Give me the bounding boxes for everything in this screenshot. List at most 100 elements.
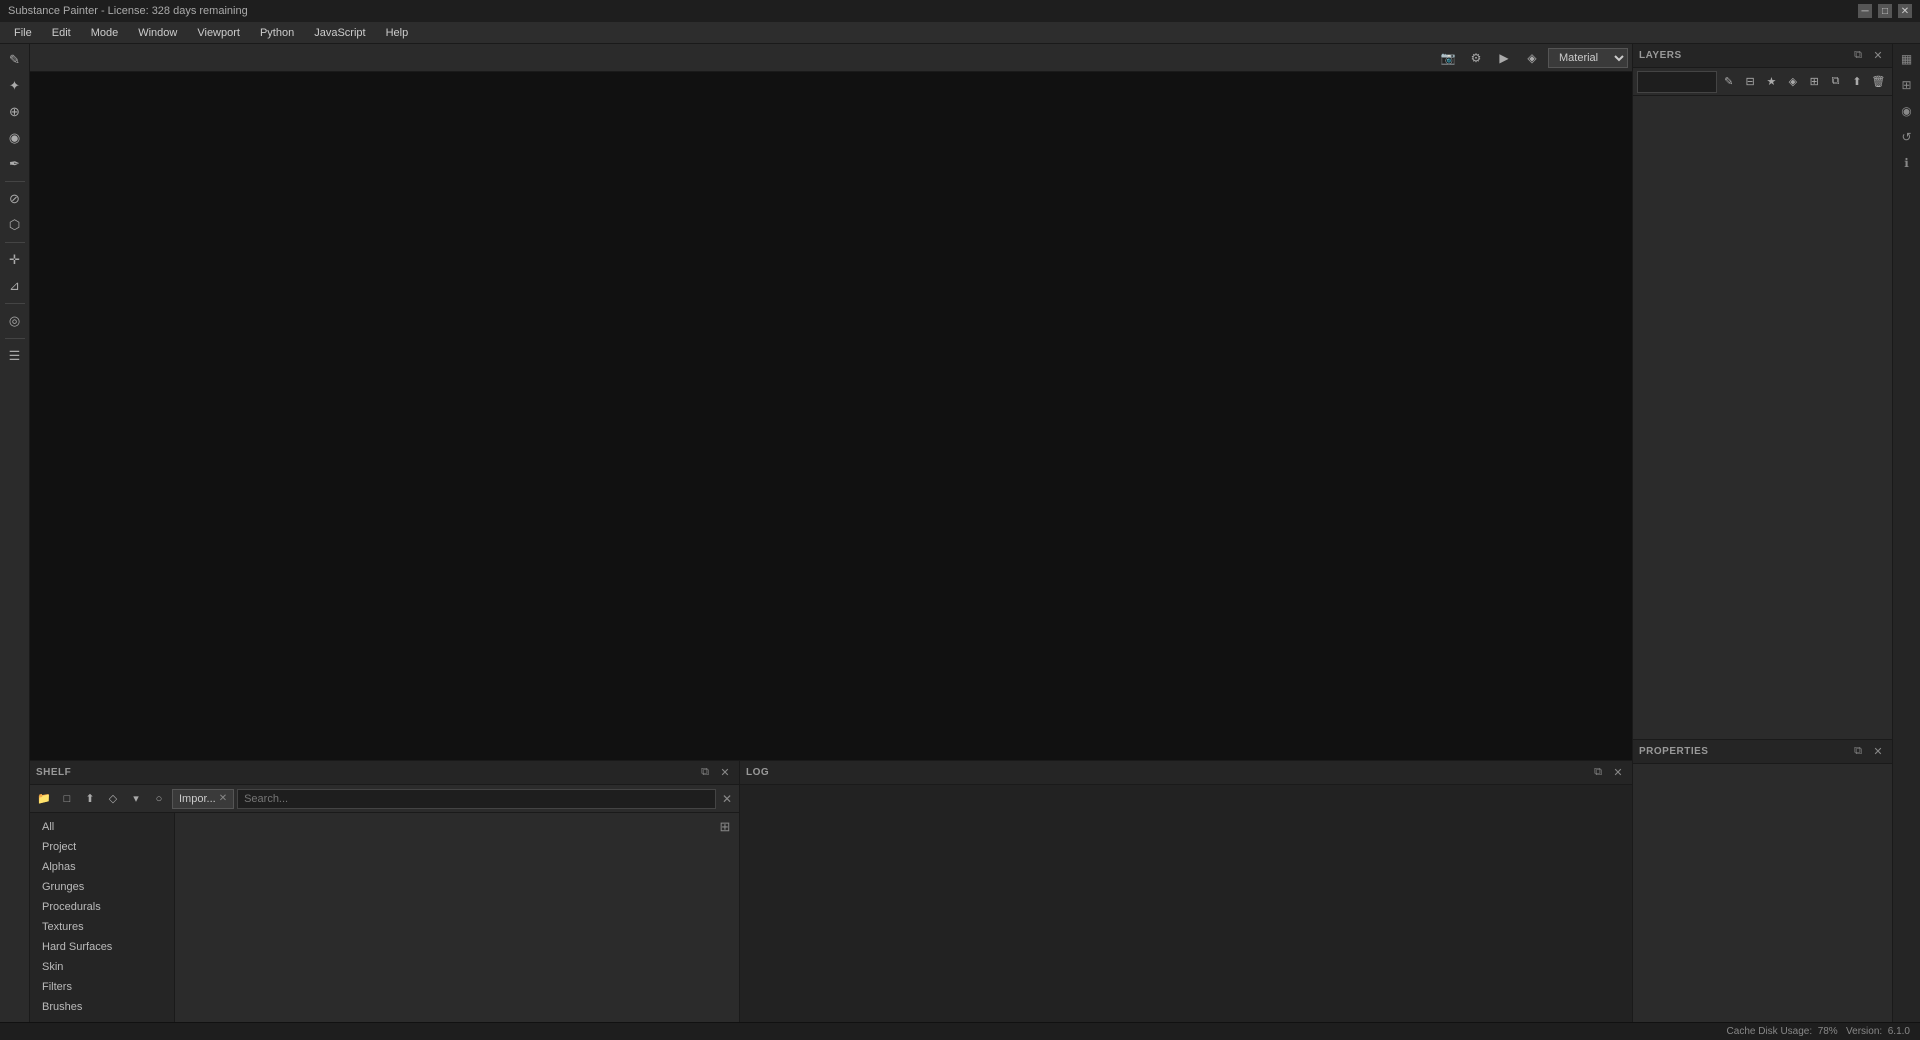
tool-separator-1 [5, 181, 25, 182]
add-fill-layer-icon[interactable]: ◈ [1783, 72, 1802, 92]
statusbar-text: Cache Disk Usage: 78% Version: 6.1.0 [1727, 1026, 1910, 1037]
layers-close-button[interactable]: ✕ [1870, 48, 1886, 64]
layers-expand-button[interactable]: ⧉ [1850, 48, 1866, 64]
titlebar: Substance Painter - License: 328 days re… [0, 0, 1920, 22]
properties-close-button[interactable]: ✕ [1870, 744, 1886, 760]
measure-tool[interactable]: ⊿ [3, 274, 27, 298]
grid-view-button[interactable]: ⊞ [715, 817, 735, 837]
fill-tool[interactable]: ◉ [3, 126, 27, 150]
layers-header: LAYERS ⧉ ✕ [1633, 44, 1892, 68]
folder-icon[interactable]: 📁 [34, 789, 54, 809]
shelf-content: AllProjectAlphasGrungesProceduralsTextur… [30, 813, 739, 1040]
shelf-header: SHELF ⧉ ✕ [30, 761, 739, 785]
bake-tool[interactable]: ☰ [3, 344, 27, 368]
filter-tab-close[interactable]: ✕ [219, 793, 227, 804]
shelf-panel: SHELF ⧉ ✕ 📁 □ ⬆ ◇ ▾ ○ Impor... [30, 761, 740, 1040]
screenshot-icon[interactable]: ◈ [1520, 47, 1544, 69]
log-expand-button[interactable]: ⧉ [1590, 765, 1606, 781]
shelf-category-project[interactable]: Project [30, 837, 174, 857]
viewport-container: 📷 ⚙ ▶ ◈ Material [30, 44, 1632, 760]
layers-panel-controls: ⧉ ✕ [1850, 48, 1886, 64]
shelf-category-procedurals[interactable]: Procedurals [30, 897, 174, 917]
settings-icon[interactable]: ⚙ [1464, 47, 1488, 69]
smudge-tool[interactable]: ✦ [3, 74, 27, 98]
add-mask-icon[interactable]: ⊟ [1740, 72, 1759, 92]
shelf-category-grunges[interactable]: Grunges [30, 877, 174, 897]
menu-item-help[interactable]: Help [376, 25, 419, 41]
eraser-tool[interactable]: ⊘ [3, 187, 27, 211]
shelf-search-input[interactable] [237, 789, 716, 809]
tag-icon[interactable]: ◇ [103, 789, 123, 809]
camera-icon[interactable]: 📷 [1436, 47, 1460, 69]
properties-header: PROPERTIES ⧉ ✕ [1633, 740, 1892, 764]
maximize-button[interactable]: □ [1878, 4, 1892, 18]
shelf-close-button[interactable]: ✕ [717, 765, 733, 781]
filter-tab-label: Impor... [179, 793, 216, 805]
display-settings-icon[interactable]: ⊞ [1896, 74, 1918, 96]
shelf-category-skin[interactable]: Skin [30, 957, 174, 977]
properties-expand-button[interactable]: ⧉ [1850, 744, 1866, 760]
log-panel: LOG ⧉ ✕ [740, 761, 1632, 1040]
add-group-icon[interactable]: ⊞ [1805, 72, 1824, 92]
menu-item-edit[interactable]: Edit [42, 25, 81, 41]
menu-item-mode[interactable]: Mode [81, 25, 129, 41]
circle-filter-icon[interactable]: ○ [149, 789, 169, 809]
picker-tool[interactable]: ✒ [3, 152, 27, 176]
polygon-fill-tool[interactable]: ⬡ [3, 213, 27, 237]
layers-content [1633, 96, 1892, 739]
filter-tab[interactable]: Impor... ✕ [172, 789, 234, 809]
log-close-button[interactable]: ✕ [1610, 765, 1626, 781]
shelf-toolbar: 📁 □ ⬆ ◇ ▾ ○ Impor... ✕ ✕ [30, 785, 739, 813]
shelf-category-textures[interactable]: Textures [30, 917, 174, 937]
viewport-mode-icon[interactable]: ▶ [1492, 47, 1516, 69]
titlebar-controls: ─ □ ✕ [1858, 4, 1912, 18]
texture-set-icon[interactable]: ▦ [1896, 48, 1918, 70]
left-toolbar: ✎ ✦ ⊕ ◉ ✒ ⊘ ⬡ ✛ ⊿ ◎ ☰ [0, 44, 30, 1040]
new-item-icon[interactable]: □ [57, 789, 77, 809]
move-layer-up-icon[interactable]: ⬆ [1847, 72, 1866, 92]
statusbar: Cache Disk Usage: 78% Version: 6.1.0 [0, 1022, 1920, 1040]
bake-mesh-icon[interactable]: ◉ [1896, 100, 1918, 122]
tool-separator-4 [5, 338, 25, 339]
shelf-category-alphas[interactable]: Alphas [30, 857, 174, 877]
layers-search-input[interactable] [1637, 71, 1717, 93]
filter-icon[interactable]: ▾ [126, 789, 146, 809]
minimize-button[interactable]: ─ [1858, 4, 1872, 18]
display-settings-tool[interactable]: ◎ [3, 309, 27, 333]
shelf-category-all[interactable]: All [30, 817, 174, 837]
delete-layer-icon[interactable]: 🗑 [1869, 72, 1888, 92]
paint-brush-tool[interactable]: ✎ [3, 48, 27, 72]
close-button[interactable]: ✕ [1898, 4, 1912, 18]
log-header: LOG ⧉ ✕ [740, 761, 1632, 785]
history-icon[interactable]: ↺ [1896, 126, 1918, 148]
menu-item-window[interactable]: Window [128, 25, 187, 41]
menu-item-viewport[interactable]: Viewport [187, 25, 250, 41]
menubar: FileEditModeWindowViewportPythonJavaScri… [0, 22, 1920, 44]
shelf-category-filters[interactable]: Filters [30, 977, 174, 997]
projection-tool[interactable]: ⊕ [3, 100, 27, 124]
shelf-category-brushes[interactable]: Brushes [30, 997, 174, 1017]
shelf-search-clear[interactable]: ✕ [719, 791, 735, 807]
menu-item-javascript[interactable]: JavaScript [304, 25, 375, 41]
add-paint-layer-icon[interactable]: ✎ [1719, 72, 1738, 92]
shelf-expand-button[interactable]: ⧉ [697, 765, 713, 781]
shelf-category-hard-surfaces[interactable]: Hard Surfaces [30, 937, 174, 957]
menu-item-file[interactable]: File [4, 25, 42, 41]
transform-tool[interactable]: ✛ [3, 248, 27, 272]
far-right-panel: ▦ ⊞ ◉ ↺ ℹ [1892, 44, 1920, 1040]
shelf-panel-controls: ⧉ ✕ [697, 765, 733, 781]
properties-panel: PROPERTIES ⧉ ✕ [1633, 740, 1892, 1040]
material-dropdown[interactable]: Material [1548, 48, 1628, 68]
viewport-canvas[interactable] [30, 72, 1632, 760]
duplicate-layer-icon[interactable]: ⧉ [1826, 72, 1845, 92]
log-panel-controls: ⧉ ✕ [1590, 765, 1626, 781]
add-effect-icon[interactable]: ★ [1762, 72, 1781, 92]
import-icon[interactable]: ⬆ [80, 789, 100, 809]
tool-separator-3 [5, 303, 25, 304]
right-panels: LAYERS ⧉ ✕ ✎ ⊟ ★ ◈ ⊞ ⧉ ⬆ 🗑 PR [1632, 44, 1892, 1040]
info-icon[interactable]: ℹ [1896, 152, 1918, 174]
center-area: 📷 ⚙ ▶ ◈ Material SHELF ⧉ ✕ [30, 44, 1632, 1040]
menu-item-python[interactable]: Python [250, 25, 304, 41]
tool-separator-2 [5, 242, 25, 243]
properties-content [1633, 764, 1892, 1040]
